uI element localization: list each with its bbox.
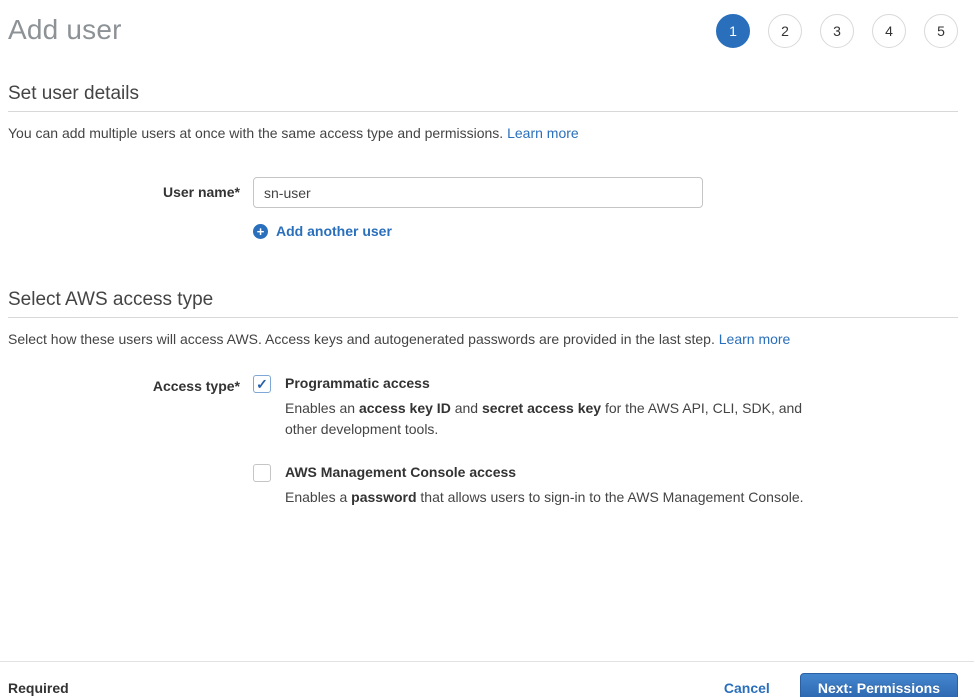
footer-actions: Cancel Next: Permissions <box>724 673 958 697</box>
step-3: 3 <box>820 14 854 48</box>
username-row: User name* <box>8 177 958 208</box>
step-5: 5 <box>924 14 958 48</box>
required-note: Required <box>8 680 69 696</box>
cancel-link[interactable]: Cancel <box>724 680 770 696</box>
console-access-title: AWS Management Console access <box>285 464 804 481</box>
username-label: User name* <box>8 177 240 208</box>
user-details-intro: You can add multiple users at once with … <box>8 125 958 141</box>
step-1: 1 <box>716 14 750 48</box>
section-heading-user-details: Set user details <box>8 83 958 112</box>
console-access-option: AWS Management Console access Enables a … <box>253 464 807 508</box>
add-another-user-link[interactable]: + Add another user <box>8 223 958 239</box>
desc-text-bold: secret access key <box>482 400 601 416</box>
console-access-desc: Enables a password that allows users to … <box>285 487 804 508</box>
programmatic-access-body: Programmatic access Enables an access ke… <box>285 375 807 440</box>
programmatic-access-desc: Enables an access key ID and secret acce… <box>285 398 807 440</box>
progress-steps: 1 2 3 4 5 <box>716 14 958 48</box>
learn-more-link-user-details[interactable]: Learn more <box>507 125 579 141</box>
programmatic-access-checkbox[interactable]: ✓ <box>253 375 271 393</box>
next-permissions-button[interactable]: Next: Permissions <box>800 673 958 697</box>
learn-more-link-access-type[interactable]: Learn more <box>719 331 791 347</box>
check-icon: ✓ <box>256 377 268 391</box>
user-details-intro-text: You can add multiple users at once with … <box>8 125 507 141</box>
access-type-intro-text: Select how these users will access AWS. … <box>8 331 719 347</box>
page-header: Add user 1 2 3 4 5 <box>8 10 958 50</box>
access-type-intro: Select how these users will access AWS. … <box>8 331 958 347</box>
username-input[interactable] <box>253 177 703 208</box>
add-user-page: Add user 1 2 3 4 5 Set user details You … <box>0 10 974 508</box>
desc-text-bold: password <box>351 489 416 505</box>
access-type-label: Access type* <box>8 375 240 508</box>
desc-text: Enables an <box>285 400 359 416</box>
step-4: 4 <box>872 14 906 48</box>
desc-text-bold: access key ID <box>359 400 451 416</box>
footer-bar: Required Cancel Next: Permissions <box>0 661 974 697</box>
desc-text: and <box>451 400 482 416</box>
access-type-options: ✓ Programmatic access Enables an access … <box>253 375 807 508</box>
programmatic-access-option: ✓ Programmatic access Enables an access … <box>253 375 807 440</box>
step-2: 2 <box>768 14 802 48</box>
console-access-checkbox[interactable] <box>253 464 271 482</box>
section-heading-access-type: Select AWS access type <box>8 289 958 318</box>
page-title: Add user <box>8 14 122 46</box>
console-access-body: AWS Management Console access Enables a … <box>285 464 804 508</box>
add-circle-icon: + <box>253 224 268 239</box>
desc-text: that allows users to sign-in to the AWS … <box>417 489 804 505</box>
add-another-user-label: Add another user <box>276 223 392 239</box>
desc-text: Enables a <box>285 489 351 505</box>
access-type-row: Access type* ✓ Programmatic access Enabl… <box>8 375 958 508</box>
programmatic-access-title: Programmatic access <box>285 375 807 392</box>
